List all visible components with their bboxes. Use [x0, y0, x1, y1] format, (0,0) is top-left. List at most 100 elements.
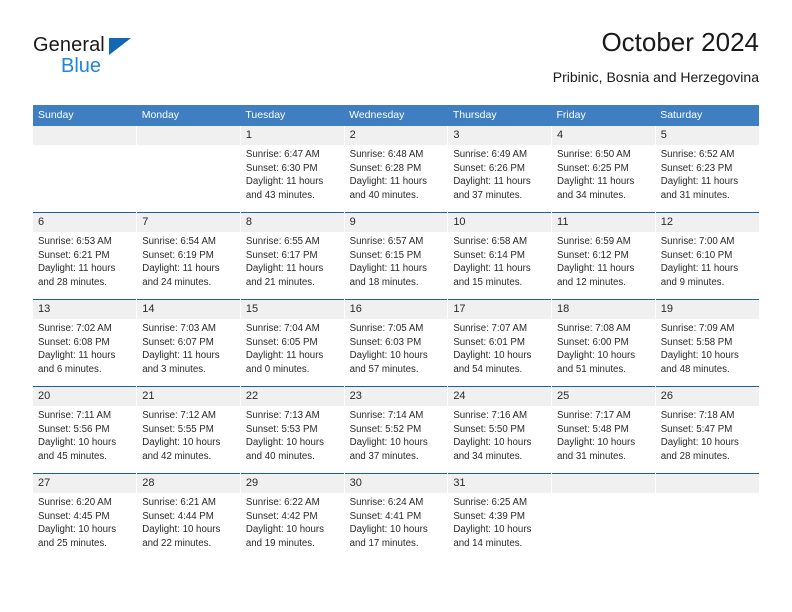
week-info-row: Sunrise: 7:02 AM Sunset: 6:08 PM Daylight:… — [33, 319, 759, 387]
day-number[interactable]: 10 — [447, 212, 552, 232]
day-cell[interactable]: Sunrise: 7:11 AM Sunset: 5:56 PM Daylight:… — [33, 406, 137, 474]
day-sunrise-text: Sunrise: 7:03 AM — [142, 323, 216, 334]
day-number[interactable]: 17 — [447, 299, 552, 319]
day-daylight-line-text: Daylight: 10 hours — [453, 524, 532, 536]
day-cell[interactable]: Sunrise: 6:53 AM Sunset: 6:21 PM Daylight:… — [33, 232, 137, 300]
day-cell — [551, 493, 656, 560]
day-cell[interactable]: Sunrise: 7:07 AM Sunset: 6:01 PM Daylight:… — [447, 319, 552, 387]
day-sunrise-text: Sunrise: 7:09 AM — [660, 323, 735, 334]
day-cell[interactable]: Sunrise: 6:57 AM Sunset: 6:15 PM Daylight:… — [343, 232, 448, 300]
week-info-row: Sunrise: 7:11 AM Sunset: 5:56 PM Daylight:… — [33, 406, 759, 474]
day-cell[interactable]: Sunrise: 6:24 AM Sunset: 4:41 PM Daylight:… — [343, 493, 448, 560]
day-number[interactable]: 30 — [343, 473, 448, 493]
day-cell[interactable]: Sunrise: 7:04 AM Sunset: 6:05 PM Daylight:… — [239, 319, 345, 387]
day-sunrise-text: Sunrise: 6:20 AM — [38, 497, 112, 508]
day-cell[interactable]: Sunrise: 7:08 AM Sunset: 6:00 PM Daylight:… — [551, 319, 656, 387]
day-cell[interactable]: Sunrise: 7:14 AM Sunset: 5:52 PM Daylight:… — [343, 406, 448, 474]
day-cell[interactable]: Sunrise: 6:48 AM Sunset: 6:28 PM Daylight:… — [343, 145, 448, 213]
day-sunrise-text: Sunrise: 7:07 AM — [453, 323, 528, 334]
day-number[interactable]: 16 — [343, 299, 448, 319]
day-number[interactable]: 5 — [654, 126, 759, 145]
day-sunset-text: Sunset: 4:42 PM — [245, 510, 318, 522]
day-sunrise-text: Sunrise: 6:25 AM — [453, 497, 528, 508]
day-cell[interactable]: Sunrise: 6:22 AM Sunset: 4:42 PM Daylight:… — [239, 493, 345, 560]
day-cell[interactable]: Sunrise: 7:03 AM Sunset: 6:07 PM Daylight:… — [136, 319, 241, 387]
day-sunset-text: Sunset: 6:17 PM — [245, 249, 318, 261]
day-daylight-line-text: Daylight: 10 hours — [660, 437, 739, 449]
day-daylight-line-text: and 31 minutes. — [660, 189, 730, 201]
day-number[interactable]: 2 — [343, 126, 448, 145]
day-cell[interactable]: Sunrise: 7:09 AM Sunset: 5:58 PM Daylight:… — [654, 319, 759, 387]
day-sunset-text: Sunset: 6:00 PM — [557, 336, 629, 348]
day-cell[interactable]: Sunrise: 6:47 AM Sunset: 6:30 PM Daylight:… — [239, 145, 345, 213]
day-daylight-line-text: and 37 minutes. — [453, 189, 523, 201]
day-cell[interactable]: Sunrise: 6:55 AM Sunset: 6:17 PM Daylight:… — [239, 232, 345, 300]
day-cell[interactable]: Sunrise: 6:50 AM Sunset: 6:25 PM Daylight:… — [551, 145, 656, 213]
day-number[interactable]: 27 — [33, 473, 137, 493]
day-number[interactable]: 1 — [239, 126, 345, 145]
day-cell[interactable]: Sunrise: 7:02 AM Sunset: 6:08 PM Daylight:… — [33, 319, 137, 387]
week-info-row: Sunrise: 6:20 AM Sunset: 4:45 PM Daylight:… — [33, 493, 759, 560]
day-number[interactable]: 9 — [343, 212, 448, 232]
day-number[interactable]: 12 — [654, 212, 759, 232]
day-cell[interactable]: Sunrise: 6:52 AM Sunset: 6:23 PM Daylight:… — [654, 145, 759, 213]
day-number[interactable]: 23 — [343, 386, 448, 406]
day-number[interactable]: 14 — [136, 299, 241, 319]
day-number[interactable]: 24 — [447, 386, 552, 406]
day-sunrise-text: Sunrise: 7:17 AM — [557, 410, 631, 421]
day-number[interactable]: 29 — [239, 473, 345, 493]
day-cell[interactable]: Sunrise: 7:16 AM Sunset: 5:50 PM Daylight:… — [447, 406, 552, 474]
day-daylight-line-text: and 37 minutes. — [349, 450, 419, 462]
day-cell — [654, 493, 759, 560]
day-number[interactable]: 20 — [33, 386, 137, 406]
day-cell[interactable]: Sunrise: 6:25 AM Sunset: 4:39 PM Daylight:… — [447, 493, 552, 560]
day-sunset-text: Sunset: 6:21 PM — [38, 249, 110, 261]
day-cell[interactable]: Sunrise: 7:13 AM Sunset: 5:53 PM Daylight:… — [239, 406, 345, 474]
day-cell[interactable]: Sunrise: 7:17 AM Sunset: 5:48 PM Daylight:… — [551, 406, 656, 474]
day-number[interactable]: 28 — [136, 473, 241, 493]
day-number[interactable]: 6 — [33, 212, 137, 232]
title-block: October 2024 Pribinic, Bosnia and Herzeg… — [553, 26, 759, 87]
day-cell[interactable]: Sunrise: 6:54 AM Sunset: 6:19 PM Daylight:… — [136, 232, 241, 300]
day-number[interactable]: 13 — [33, 299, 137, 319]
day-daylight-line-text: Daylight: 10 hours — [349, 437, 428, 449]
day-daylight-line-text: Daylight: 10 hours — [38, 524, 117, 536]
day-cell[interactable]: Sunrise: 6:59 AM Sunset: 6:12 PM Daylight:… — [551, 232, 656, 300]
day-daylight-line-text: Daylight: 10 hours — [453, 437, 532, 449]
day-number[interactable]: 19 — [654, 299, 759, 319]
day-number[interactable]: 25 — [551, 386, 656, 406]
day-cell[interactable]: Sunrise: 6:20 AM Sunset: 4:45 PM Daylight:… — [33, 493, 137, 560]
day-sunrise-text: Sunrise: 7:05 AM — [349, 323, 424, 334]
day-number[interactable]: 4 — [551, 126, 656, 145]
day-sunrise-text: Sunrise: 7:12 AM — [142, 410, 216, 421]
day-number[interactable]: 31 — [447, 473, 552, 493]
day-number[interactable]: 11 — [551, 212, 656, 232]
day-number[interactable]: 8 — [239, 212, 345, 232]
day-daylight-line-text: Daylight: 10 hours — [660, 350, 739, 362]
day-cell[interactable]: Sunrise: 7:00 AM Sunset: 6:10 PM Daylight:… — [654, 232, 759, 300]
day-daylight-line-text: and 21 minutes. — [245, 276, 315, 288]
day-number[interactable]: 26 — [654, 386, 759, 406]
day-cell[interactable]: Sunrise: 7:05 AM Sunset: 6:03 PM Daylight:… — [343, 319, 448, 387]
day-number[interactable]: 3 — [447, 126, 552, 145]
day-number[interactable]: 18 — [551, 299, 656, 319]
day-daylight-line-text: and 18 minutes. — [349, 276, 419, 288]
day-daylight-line-text: Daylight: 11 hours — [245, 176, 324, 188]
day-cell[interactable]: Sunrise: 6:58 AM Sunset: 6:14 PM Daylight:… — [447, 232, 552, 300]
day-sunset-text: Sunset: 5:50 PM — [453, 423, 525, 435]
day-sunset-text: Sunset: 6:14 PM — [453, 249, 525, 261]
day-cell[interactable]: Sunrise: 6:21 AM Sunset: 4:44 PM Daylight:… — [136, 493, 241, 560]
day-cell[interactable]: Sunrise: 7:12 AM Sunset: 5:55 PM Daylight:… — [136, 406, 241, 474]
day-number[interactable]: 7 — [136, 212, 241, 232]
day-daylight-line-text: and 28 minutes. — [38, 276, 107, 288]
day-number[interactable]: 21 — [136, 386, 241, 406]
day-cell[interactable]: Sunrise: 7:18 AM Sunset: 5:47 PM Daylight:… — [654, 406, 759, 474]
calendar-table: Sunday Monday Tuesday Wednesday Thursday… — [33, 105, 759, 560]
day-cell[interactable]: Sunrise: 6:49 AM Sunset: 6:26 PM Daylight:… — [447, 145, 552, 213]
day-number[interactable]: 22 — [239, 386, 345, 406]
day-daylight-line-text: and 34 minutes. — [557, 189, 626, 201]
day-daylight-line-text: Daylight: 11 hours — [245, 350, 324, 362]
day-sunrise-text: Sunrise: 6:57 AM — [349, 236, 424, 247]
weekday-header-sunday: Sunday — [33, 105, 137, 126]
day-number[interactable]: 15 — [239, 299, 345, 319]
